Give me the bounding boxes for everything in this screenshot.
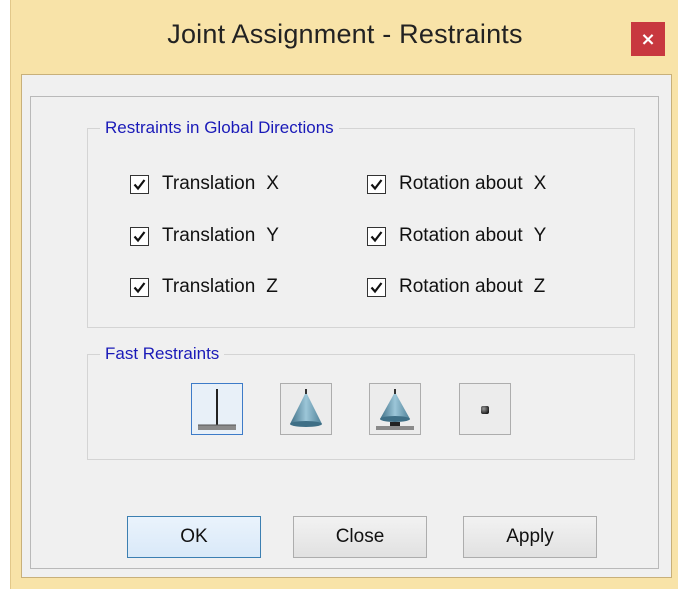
checkbox-label: Rotation about [399, 276, 523, 297]
inner-panel: Restraints in Global Directions Translat… [30, 96, 659, 569]
checkbox-axis: Z [533, 276, 546, 297]
checkmark-icon [370, 178, 383, 190]
dialog-window: Joint Assignment - Restraints × Restrain… [10, 0, 678, 589]
rotation-y-checkbox[interactable]: Rotation about Y [367, 225, 546, 247]
pinned-support-icon [290, 389, 322, 427]
fast-restraints-group: Fast Restraints [87, 344, 635, 460]
translation-x-checkbox[interactable]: Translation X [130, 173, 279, 195]
title-bar[interactable]: Joint Assignment - Restraints × [11, 0, 678, 84]
rotation-z-checkbox[interactable]: Rotation about Z [367, 276, 545, 298]
checkbox-box[interactable] [130, 277, 149, 297]
checkmark-icon [133, 281, 146, 293]
checkbox-box[interactable] [130, 174, 149, 194]
checkbox-label: Translation [162, 225, 256, 246]
checkbox-label: Rotation about [399, 173, 523, 194]
translation-z-checkbox[interactable]: Translation Z [130, 276, 278, 298]
checkbox-axis: Y [266, 225, 279, 246]
checkbox-label: Translation [162, 173, 256, 194]
rotation-x-checkbox[interactable]: Rotation about X [367, 173, 546, 195]
checkbox-label: Rotation about [399, 225, 523, 246]
free-joint-icon [481, 406, 489, 414]
roller-support-icon [376, 389, 414, 430]
checkmark-icon [133, 178, 146, 190]
dialog-title: Joint Assignment - Restraints [167, 19, 523, 49]
free-joint-button[interactable] [459, 383, 511, 435]
apply-button[interactable]: Apply [463, 516, 597, 558]
checkmark-icon [133, 230, 146, 242]
checkbox-box[interactable] [367, 174, 386, 194]
restraints-group: Restraints in Global Directions Translat… [87, 118, 635, 328]
checkbox-axis: X [266, 173, 279, 194]
close-icon: × [640, 28, 656, 50]
pinned-support-button[interactable] [280, 383, 332, 435]
fast-restraints-legend: Fast Restraints [100, 344, 225, 364]
checkbox-axis: X [533, 173, 547, 194]
restraints-group-legend: Restraints in Global Directions [100, 118, 339, 138]
close-button[interactable]: Close [293, 516, 427, 558]
fixed-support-button[interactable] [191, 383, 243, 435]
checkmark-icon [370, 281, 383, 293]
checkbox-box[interactable] [130, 226, 149, 246]
roller-support-button[interactable] [369, 383, 421, 435]
dialog-body: Restraints in Global Directions Translat… [21, 74, 672, 578]
close-window-button[interactable]: × [631, 22, 665, 56]
checkbox-axis: Z [266, 276, 278, 297]
translation-y-checkbox[interactable]: Translation Y [130, 225, 279, 247]
checkbox-axis: Y [533, 225, 547, 246]
checkmark-icon [370, 230, 383, 242]
checkbox-box[interactable] [367, 226, 386, 246]
fixed-support-icon [198, 389, 236, 430]
ok-button[interactable]: OK [127, 516, 261, 558]
checkbox-box[interactable] [367, 277, 386, 297]
checkbox-label: Translation [162, 276, 256, 297]
